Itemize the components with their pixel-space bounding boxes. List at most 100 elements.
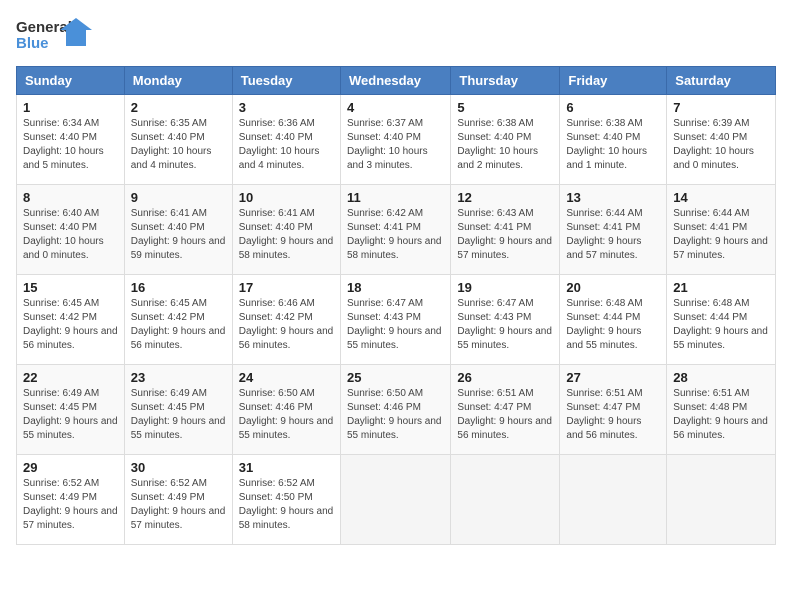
- day-number: 5: [457, 100, 553, 115]
- calendar-cell: 16 Sunrise: 6:45 AMSunset: 4:42 PMDayligh…: [124, 275, 232, 365]
- day-info: Sunrise: 6:52 AMSunset: 4:49 PMDaylight:…: [131, 477, 226, 533]
- calendar-cell: 29Sunrise: 6:52 AMSunset: 4:49 PMDayligh…: [17, 455, 125, 545]
- day-info: Sunrise: 6:39 AMSunset: 4:40 PMDaylight:…: [673, 117, 769, 173]
- day-info: Sunrise: 6:49 AMSunset: 4:45 PMDaylight:…: [23, 387, 118, 443]
- calendar-cell: 18 Sunrise: 6:47 AMSunset: 4:43 PMDayligh…: [340, 275, 450, 365]
- calendar-week-5: 29 Sunrise: 6:52 AMSunset: 4:49 PMDayligh…: [17, 455, 776, 545]
- column-header-friday: Friday: [560, 67, 667, 95]
- calendar-week-1: 1Sunrise: 6:34 AMSunset: 4:40 PMDaylight…: [17, 95, 776, 185]
- day-info: Sunrise: 6:50 AMSunset: 4:46 PMDaylight:…: [347, 387, 444, 443]
- day-info: Sunrise: 6:38 AMSunset: 4:40 PMDaylight:…: [457, 117, 553, 173]
- day-info: Sunrise: 6:51 AMSunset: 4:47 PMDaylight:…: [457, 387, 553, 443]
- day-info: Sunrise: 6:49 AMSunset: 4:45 PMDaylight:…: [131, 387, 226, 443]
- calendar-cell: 3Sunrise: 6:36 AMSunset: 4:40 PMDaylight…: [232, 95, 340, 185]
- day-number: 28: [673, 370, 769, 385]
- calendar-cell: [451, 455, 560, 545]
- day-info: Sunrise: 6:51 AMSunset: 4:48 PMDaylight:…: [673, 387, 769, 443]
- day-number: 15: [23, 280, 118, 295]
- calendar-cell: 9 Sunrise: 6:41 AMSunset: 4:40 PMDaylight…: [124, 185, 232, 275]
- day-number: 19: [457, 280, 553, 295]
- calendar-cell: 10 Sunrise: 6:41 AMSunset: 4:40 PMDayligh…: [232, 185, 340, 275]
- day-number: 3: [239, 100, 334, 115]
- calendar-week-3: 15 Sunrise: 6:45 AMSunset: 4:42 PMDayligh…: [17, 275, 776, 365]
- day-number: 26: [457, 370, 553, 385]
- day-number: 13: [566, 190, 660, 205]
- day-info: Sunrise: 6:47 AMSunset: 4:43 PMDaylight:…: [347, 297, 444, 353]
- day-info: Sunrise: 6:40 AMSunset: 4:40 PMDaylight:…: [23, 207, 118, 263]
- calendar-cell: 17 Sunrise: 6:46 AMSunset: 4:42 PMDayligh…: [232, 275, 340, 365]
- calendar-header-row: SundayMondayTuesdayWednesdayThursdayFrid…: [17, 67, 776, 95]
- day-number: 17: [239, 280, 334, 295]
- day-number: 12: [457, 190, 553, 205]
- calendar-cell: 12Sunrise: 6:43 AMSunset: 4:41 PMDayligh…: [451, 185, 560, 275]
- day-number: 6: [566, 100, 660, 115]
- calendar-cell: 6Sunrise: 6:38 AMSunset: 4:40 PMDaylight…: [560, 95, 667, 185]
- day-info: Sunrise: 6:46 AMSunset: 4:42 PMDaylight:…: [239, 297, 334, 353]
- calendar-cell: 19 Sunrise: 6:47 AMSunset: 4:43 PMDayligh…: [451, 275, 560, 365]
- day-number: 9: [131, 190, 226, 205]
- day-info: Sunrise: 6:52 AMSunset: 4:50 PMDaylight:…: [239, 477, 334, 533]
- day-number: 10: [239, 190, 334, 205]
- day-number: 20: [566, 280, 660, 295]
- column-header-thursday: Thursday: [451, 67, 560, 95]
- day-number: 23: [131, 370, 226, 385]
- calendar-cell: 7 Sunrise: 6:39 AMSunset: 4:40 PMDaylight…: [667, 95, 776, 185]
- day-number: 4: [347, 100, 444, 115]
- calendar-week-2: 8Sunrise: 6:40 AMSunset: 4:40 PMDaylight…: [17, 185, 776, 275]
- day-number: 14: [673, 190, 769, 205]
- day-info: Sunrise: 6:45 AMSunset: 4:42 PMDaylight:…: [131, 297, 226, 353]
- column-header-tuesday: Tuesday: [232, 67, 340, 95]
- day-info: Sunrise: 6:44 AMSunset: 4:41 PMDaylight:…: [673, 207, 769, 263]
- calendar-cell: 13 Sunrise: 6:44 AMSunset: 4:41 PMDayligh…: [560, 185, 667, 275]
- calendar-cell: 31 Sunrise: 6:52 AMSunset: 4:50 PMDayligh…: [232, 455, 340, 545]
- day-info: Sunrise: 6:41 AMSunset: 4:40 PMDaylight:…: [239, 207, 334, 263]
- calendar-cell: 11Sunrise: 6:42 AMSunset: 4:41 PMDayligh…: [340, 185, 450, 275]
- day-info: Sunrise: 6:51 AMSunset: 4:47 PMDaylight:…: [566, 387, 660, 443]
- day-info: Sunrise: 6:34 AMSunset: 4:40 PMDaylight:…: [23, 117, 118, 173]
- calendar-cell: 1Sunrise: 6:34 AMSunset: 4:40 PMDaylight…: [17, 95, 125, 185]
- calendar-cell: 26 Sunrise: 6:51 AMSunset: 4:47 PMDayligh…: [451, 365, 560, 455]
- calendar-cell: 2 Sunrise: 6:35 AMSunset: 4:40 PMDaylight…: [124, 95, 232, 185]
- day-info: Sunrise: 6:47 AMSunset: 4:43 PMDaylight:…: [457, 297, 553, 353]
- day-info: Sunrise: 6:48 AMSunset: 4:44 PMDaylight:…: [566, 297, 660, 353]
- day-number: 16: [131, 280, 226, 295]
- day-number: 29: [23, 460, 118, 475]
- calendar-cell: 4 Sunrise: 6:37 AMSunset: 4:40 PMDaylight…: [340, 95, 450, 185]
- calendar-cell: [667, 455, 776, 545]
- day-number: 30: [131, 460, 226, 475]
- calendar-table: SundayMondayTuesdayWednesdayThursdayFrid…: [16, 66, 776, 545]
- calendar-cell: 21Sunrise: 6:48 AMSunset: 4:44 PMDayligh…: [667, 275, 776, 365]
- day-info: Sunrise: 6:41 AMSunset: 4:40 PMDaylight:…: [131, 207, 226, 263]
- calendar-cell: 22 Sunrise: 6:49 AMSunset: 4:45 PMDayligh…: [17, 365, 125, 455]
- logo-svg: GeneralBlue: [16, 16, 96, 56]
- day-number: 27: [566, 370, 660, 385]
- calendar-cell: 15 Sunrise: 6:45 AMSunset: 4:42 PMDayligh…: [17, 275, 125, 365]
- calendar-cell: 5 Sunrise: 6:38 AMSunset: 4:40 PMDaylight…: [451, 95, 560, 185]
- calendar-cell: 20 Sunrise: 6:48 AMSunset: 4:44 PMDayligh…: [560, 275, 667, 365]
- day-info: Sunrise: 6:35 AMSunset: 4:40 PMDaylight:…: [131, 117, 226, 173]
- day-info: Sunrise: 6:37 AMSunset: 4:40 PMDaylight:…: [347, 117, 444, 173]
- calendar-cell: 28 Sunrise: 6:51 AMSunset: 4:48 PMDayligh…: [667, 365, 776, 455]
- calendar-cell: 25Sunrise: 6:50 AMSunset: 4:46 PMDayligh…: [340, 365, 450, 455]
- day-info: Sunrise: 6:45 AMSunset: 4:42 PMDaylight:…: [23, 297, 118, 353]
- day-number: 11: [347, 190, 444, 205]
- calendar-cell: 27 Sunrise: 6:51 AMSunset: 4:47 PMDayligh…: [560, 365, 667, 455]
- calendar-cell: 30 Sunrise: 6:52 AMSunset: 4:49 PMDayligh…: [124, 455, 232, 545]
- day-number: 31: [239, 460, 334, 475]
- day-number: 7: [673, 100, 769, 115]
- calendar-cell: 23 Sunrise: 6:49 AMSunset: 4:45 PMDayligh…: [124, 365, 232, 455]
- day-number: 21: [673, 280, 769, 295]
- day-number: 18: [347, 280, 444, 295]
- page-header: GeneralBlue: [16, 16, 776, 56]
- calendar-cell: 24 Sunrise: 6:50 AMSunset: 4:46 PMDayligh…: [232, 365, 340, 455]
- column-header-wednesday: Wednesday: [340, 67, 450, 95]
- column-header-monday: Monday: [124, 67, 232, 95]
- day-number: 24: [239, 370, 334, 385]
- day-info: Sunrise: 6:44 AMSunset: 4:41 PMDaylight:…: [566, 207, 660, 263]
- day-info: Sunrise: 6:50 AMSunset: 4:46 PMDaylight:…: [239, 387, 334, 443]
- column-header-sunday: Sunday: [17, 67, 125, 95]
- calendar-cell: 8Sunrise: 6:40 AMSunset: 4:40 PMDaylight…: [17, 185, 125, 275]
- calendar-cell: [560, 455, 667, 545]
- day-number: 2: [131, 100, 226, 115]
- day-number: 22: [23, 370, 118, 385]
